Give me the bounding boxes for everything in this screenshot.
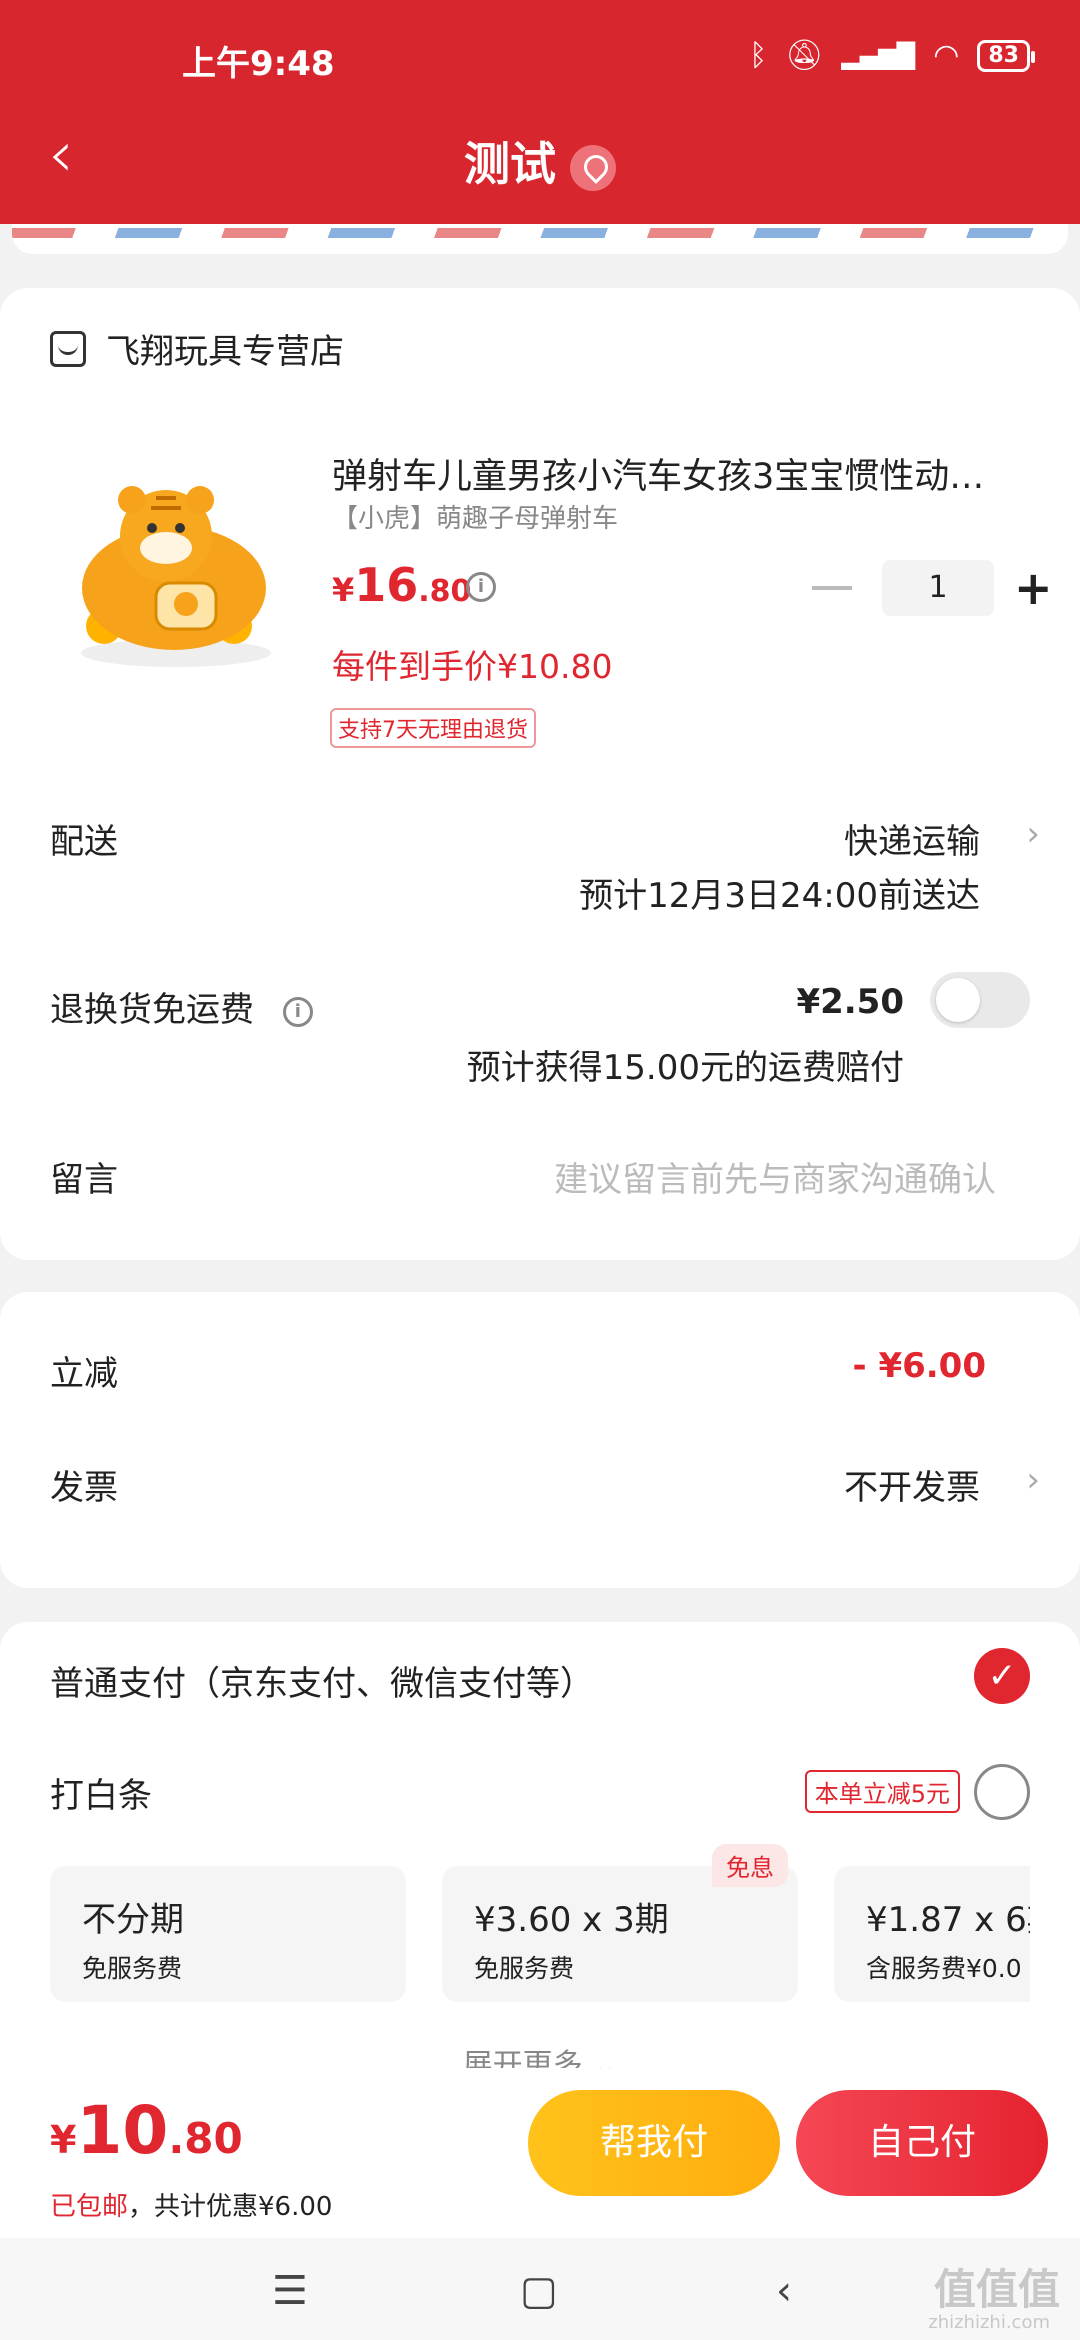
order-card: 飞翔玩具专营店 弹射车儿童男孩小汽车女孩3宝宝惯性动… 【小虎】萌趣子母弹射车 … [0,288,1080,1260]
total-decimal: .80 [168,2114,243,2163]
interest-free-badge: 免息 [712,1844,788,1887]
status-time: 上午9:48 [182,44,335,84]
store-name: 飞翔玩具专营店 [106,332,344,372]
status-icons: ᛒ 🔕︎ ▂▄▆█ ◠ 83 [749,38,1035,73]
mute-icon: 🔕︎ [785,38,824,73]
page-title-group: 测试 [0,128,1080,194]
info-icon[interactable]: i [282,996,313,1027]
price-currency: ¥ [332,571,355,609]
quantity-stepper: 1 + [812,560,1053,616]
product-price: ¥16.80 [332,558,471,612]
chevron-right-icon[interactable]: › [1026,814,1040,854]
return-policy-tag: 支持7天无理由退货 [330,708,536,748]
home-square-icon[interactable]: ▢ [520,2268,558,2314]
status-bar: 上午9:48 ᛒ 🔕︎ ▂▄▆█ ◠ 83 [0,32,1080,84]
battery-icon: 83 [977,39,1035,72]
checkout-bar: ¥10.80 已包邮，共计优惠¥6.00 帮我付 自己付 [0,2068,1080,2238]
installment-plan-1[interactable]: 不分期 免服务费 [50,1866,406,2002]
price-decimal: .80 [418,574,472,609]
plan-amount: ¥3.60 x 3期 [474,1900,669,1940]
total-price: ¥10.80 [50,2092,243,2169]
watermark-logo: 值值值 [933,2265,1060,2314]
plan-amount: ¥1.87 x 6期 [866,1900,1030,1940]
wifi-icon: ◠ [933,38,960,73]
quantity-input[interactable]: 1 [882,560,994,616]
discount-label: 立减 [50,1354,118,1394]
savings-text: ，共计优惠¥6.00 [128,2192,333,2222]
return-shipping-note: 预计获得15.00元的运费赔付 [466,1048,904,1088]
system-nav-bar: ☰ ▢ ‹ [0,2238,1080,2340]
decrease-quantity-button[interactable] [812,586,852,590]
message-label: 留言 [50,1160,118,1200]
baitiao-discount-badge: 本单立减5元 [804,1770,960,1813]
return-shipping-label: 退换货免运费 i [50,982,313,1031]
return-shipping-label-text: 退换货免运费 [50,990,254,1030]
plan-fee: 含服务费¥0.0 [866,1954,1022,1983]
product-title[interactable]: 弹射车儿童男孩小汽车女孩3宝宝惯性动… [332,448,1012,499]
nav-bar: ‹ 测试 [0,120,1080,200]
increase-quantity-button[interactable]: + [1014,565,1053,611]
store-icon [50,330,86,367]
chevron-right-icon[interactable]: › [1026,1460,1040,1500]
help-me-pay-button[interactable]: 帮我付 [528,2090,780,2196]
price-info-icon[interactable]: i [466,572,496,602]
pay-myself-button[interactable]: 自己付 [796,2090,1048,2196]
return-shipping-toggle[interactable] [930,972,1030,1028]
total-currency: ¥ [50,2118,77,2162]
free-shipping-text: 已包邮 [50,2192,129,2222]
menu-icon[interactable]: ☰ [272,2268,308,2314]
baitiao-radio[interactable] [974,1764,1030,1820]
plan-fee: 免服务费 [474,1954,575,1983]
product-image[interactable] [56,478,296,688]
watermark-url: zhizhizhi.com [928,2312,1050,2333]
return-shipping-price: ¥2.50 [796,982,904,1022]
unit-final-price: 每件到手价¥10.80 [332,647,613,686]
normal-payment-radio[interactable]: ✓ [974,1648,1030,1704]
store-row[interactable]: 飞翔玩具专营店 [50,324,344,373]
baitiao-label[interactable]: 打白条 [50,1768,152,1817]
product-spec[interactable]: 【小虎】萌趣子母弹射车 [332,498,618,535]
discount-value: - ¥6.00 [852,1346,987,1386]
discount-card: 立减 - ¥6.00 发票 不开发票 › [0,1292,1080,1588]
address-envelope-stripe [12,224,1068,254]
plan-fee: 免服务费 [82,1954,183,1983]
total-integer: 10 [76,2092,169,2169]
signal-icon: ▂▄▆█ [841,41,916,70]
payment-card: 普通支付（京东支付、微信支付等） ✓ 打白条 本单立减5元 不分期 免服务费 ¥… [0,1622,1080,2142]
app-header: 上午9:48 ᛒ 🔕︎ ▂▄▆█ ◠ 83 ‹ 测试 [0,0,1080,224]
message-input[interactable]: 建议留言前先与商家沟通确认 [554,1152,996,1201]
invoice-value[interactable]: 不开发票 [844,1460,980,1509]
installment-plan-3[interactable]: ¥1.87 x 6期 含服务费¥0.0 [834,1866,1030,2002]
delivery-eta: 预计12月3日24:00前送达 [579,876,980,916]
back-icon[interactable]: ‹ [776,2268,792,2314]
delivery-method[interactable]: 快递运输 [844,814,980,863]
bluetooth-icon: ᛒ [749,38,768,73]
delivery-label: 配送 [50,822,118,862]
page-title: 测试 [464,137,556,191]
invoice-label: 发票 [50,1468,118,1508]
price-integer: 16 [354,558,419,612]
installment-plans: 不分期 免服务费 ¥3.60 x 3期 免服务费 ¥1.87 x 6期 含服务费… [50,1866,1030,2006]
plan-amount: 不分期 [82,1900,184,1940]
location-pin-icon[interactable] [570,144,616,191]
normal-payment-label[interactable]: 普通支付（京东支付、微信支付等） [50,1656,594,1705]
total-summary: 已包邮，共计优惠¥6.00 [50,2186,332,2223]
